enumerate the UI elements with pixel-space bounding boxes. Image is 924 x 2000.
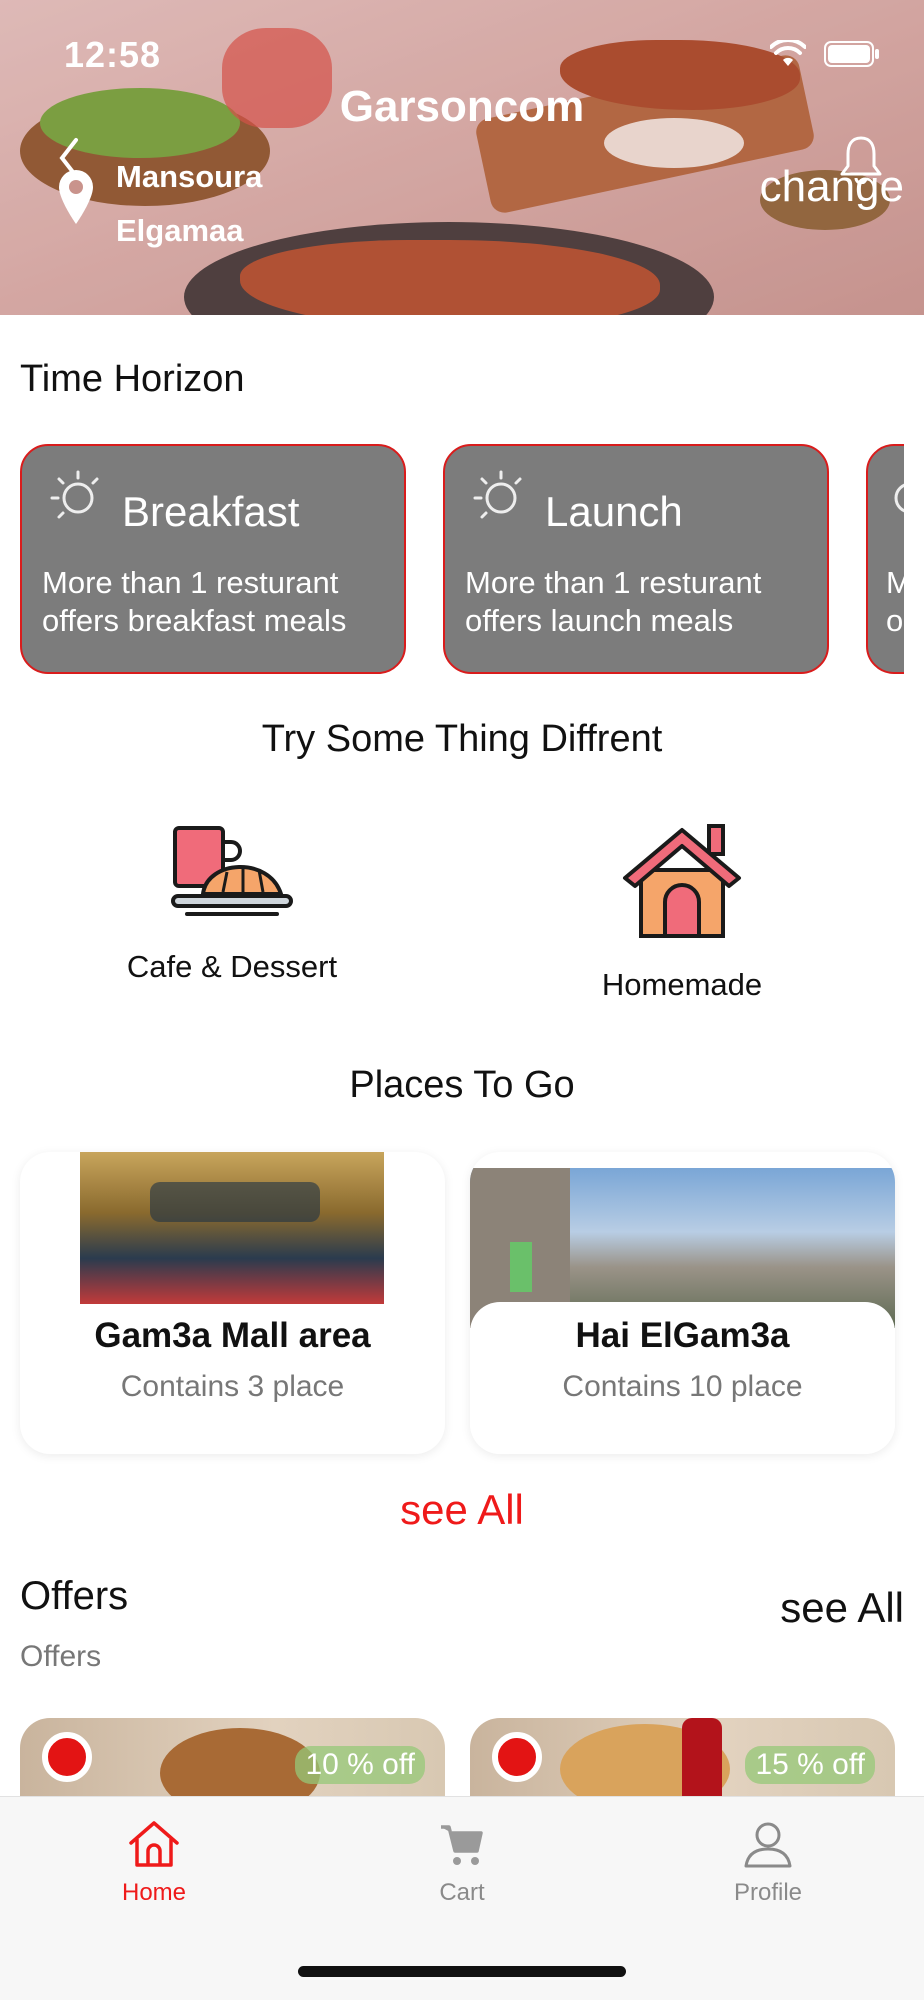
place-card-hai-elgam3a[interactable]: Hai ElGam3a Contains 10 place bbox=[470, 1152, 895, 1454]
offers-title: Offers bbox=[20, 1574, 129, 1618]
house-icon bbox=[623, 824, 741, 938]
category-label: Homemade bbox=[601, 967, 763, 1002]
desc-line: offers breakfast meals bbox=[42, 603, 347, 638]
offer-status-dot bbox=[492, 1732, 542, 1782]
desc-line: More than 1 resturant bbox=[42, 565, 339, 600]
tab-label: Home bbox=[121, 1879, 187, 1906]
mall-sign bbox=[150, 1182, 320, 1222]
offer-discount-badge: 10 % off bbox=[295, 1746, 425, 1784]
header-banner: 12:58 Garsoncom Mansoura Elgamaa change bbox=[0, 0, 924, 315]
place-name: Hai ElGam3a bbox=[575, 1316, 790, 1355]
wifi-icon bbox=[770, 40, 806, 66]
sun-icon bbox=[894, 483, 904, 513]
cafe-dessert-icon bbox=[171, 826, 293, 916]
place-image-mall bbox=[80, 1152, 384, 1304]
status-time: 12:58 bbox=[64, 34, 162, 75]
tab-label: Profile bbox=[733, 1879, 803, 1906]
time-card-launch[interactable]: Launch More than 1 resturant offers laun… bbox=[443, 444, 829, 674]
time-card-breakfast[interactable]: Breakfast More than 1 resturant offers b… bbox=[20, 444, 406, 674]
location-pin-icon bbox=[59, 170, 93, 224]
category-cafe-dessert[interactable]: Cafe & Dessert bbox=[82, 820, 382, 985]
time-card-description: More than 1 resturant offers breakfast m… bbox=[42, 564, 394, 640]
sun-icon bbox=[473, 470, 522, 519]
sun-icon bbox=[50, 470, 99, 519]
time-card-peek-clip: M o bbox=[866, 444, 904, 674]
home-icon bbox=[129, 1821, 179, 1867]
offer-discount-badge: 15 % off bbox=[745, 1746, 875, 1784]
battery-icon bbox=[824, 41, 879, 67]
time-card-description: More than 1 resturant offers launch meal… bbox=[465, 564, 817, 640]
time-card-description: M o bbox=[886, 564, 904, 640]
city-building-window bbox=[510, 1242, 532, 1292]
offers-see-all-link[interactable]: see All bbox=[780, 1584, 904, 1632]
place-card-gam3a-mall[interactable]: Gam3a Mall area Contains 3 place bbox=[20, 1152, 445, 1454]
time-horizon-title: Time Horizon bbox=[20, 358, 245, 400]
desc-line: M bbox=[886, 565, 904, 600]
time-card-title: Breakfast bbox=[122, 488, 300, 535]
places-title: Places To Go bbox=[349, 1064, 575, 1106]
desc-line: More than 1 resturant bbox=[465, 565, 762, 600]
location-label: Mansoura Elgamaa bbox=[116, 150, 262, 258]
desc-line: offers launch meals bbox=[465, 603, 734, 638]
desc-line: o bbox=[886, 603, 904, 638]
tab-cart[interactable]: Cart bbox=[382, 1819, 542, 1907]
app-title: Garsoncom bbox=[339, 82, 585, 131]
location-area: Elgamaa bbox=[116, 213, 244, 248]
location-city: Mansoura bbox=[116, 159, 263, 194]
time-card-title: Launch bbox=[545, 488, 683, 535]
place-count: Contains 3 place bbox=[120, 1370, 345, 1403]
tab-home[interactable]: Home bbox=[74, 1819, 234, 1907]
tab-profile[interactable]: Profile bbox=[688, 1819, 848, 1907]
places-see-all-link[interactable]: see All bbox=[0, 1486, 924, 1534]
tab-label: Cart bbox=[439, 1879, 485, 1906]
change-location-button[interactable]: change bbox=[760, 162, 904, 212]
home-indicator bbox=[298, 1966, 626, 1977]
time-card-third[interactable]: M o bbox=[866, 444, 904, 674]
status-icons bbox=[770, 40, 880, 68]
category-homemade[interactable]: Homemade bbox=[532, 820, 832, 1003]
try-different-title: Try Some Thing Diffrent bbox=[261, 718, 663, 760]
category-label: Cafe & Dessert bbox=[126, 949, 338, 984]
offer-status-dot bbox=[42, 1732, 92, 1782]
place-count: Contains 10 place bbox=[562, 1370, 803, 1403]
cart-icon bbox=[441, 1825, 483, 1865]
profile-icon bbox=[744, 1822, 792, 1868]
place-name: Gam3a Mall area bbox=[94, 1316, 371, 1355]
offers-subtitle: Offers bbox=[20, 1640, 102, 1673]
